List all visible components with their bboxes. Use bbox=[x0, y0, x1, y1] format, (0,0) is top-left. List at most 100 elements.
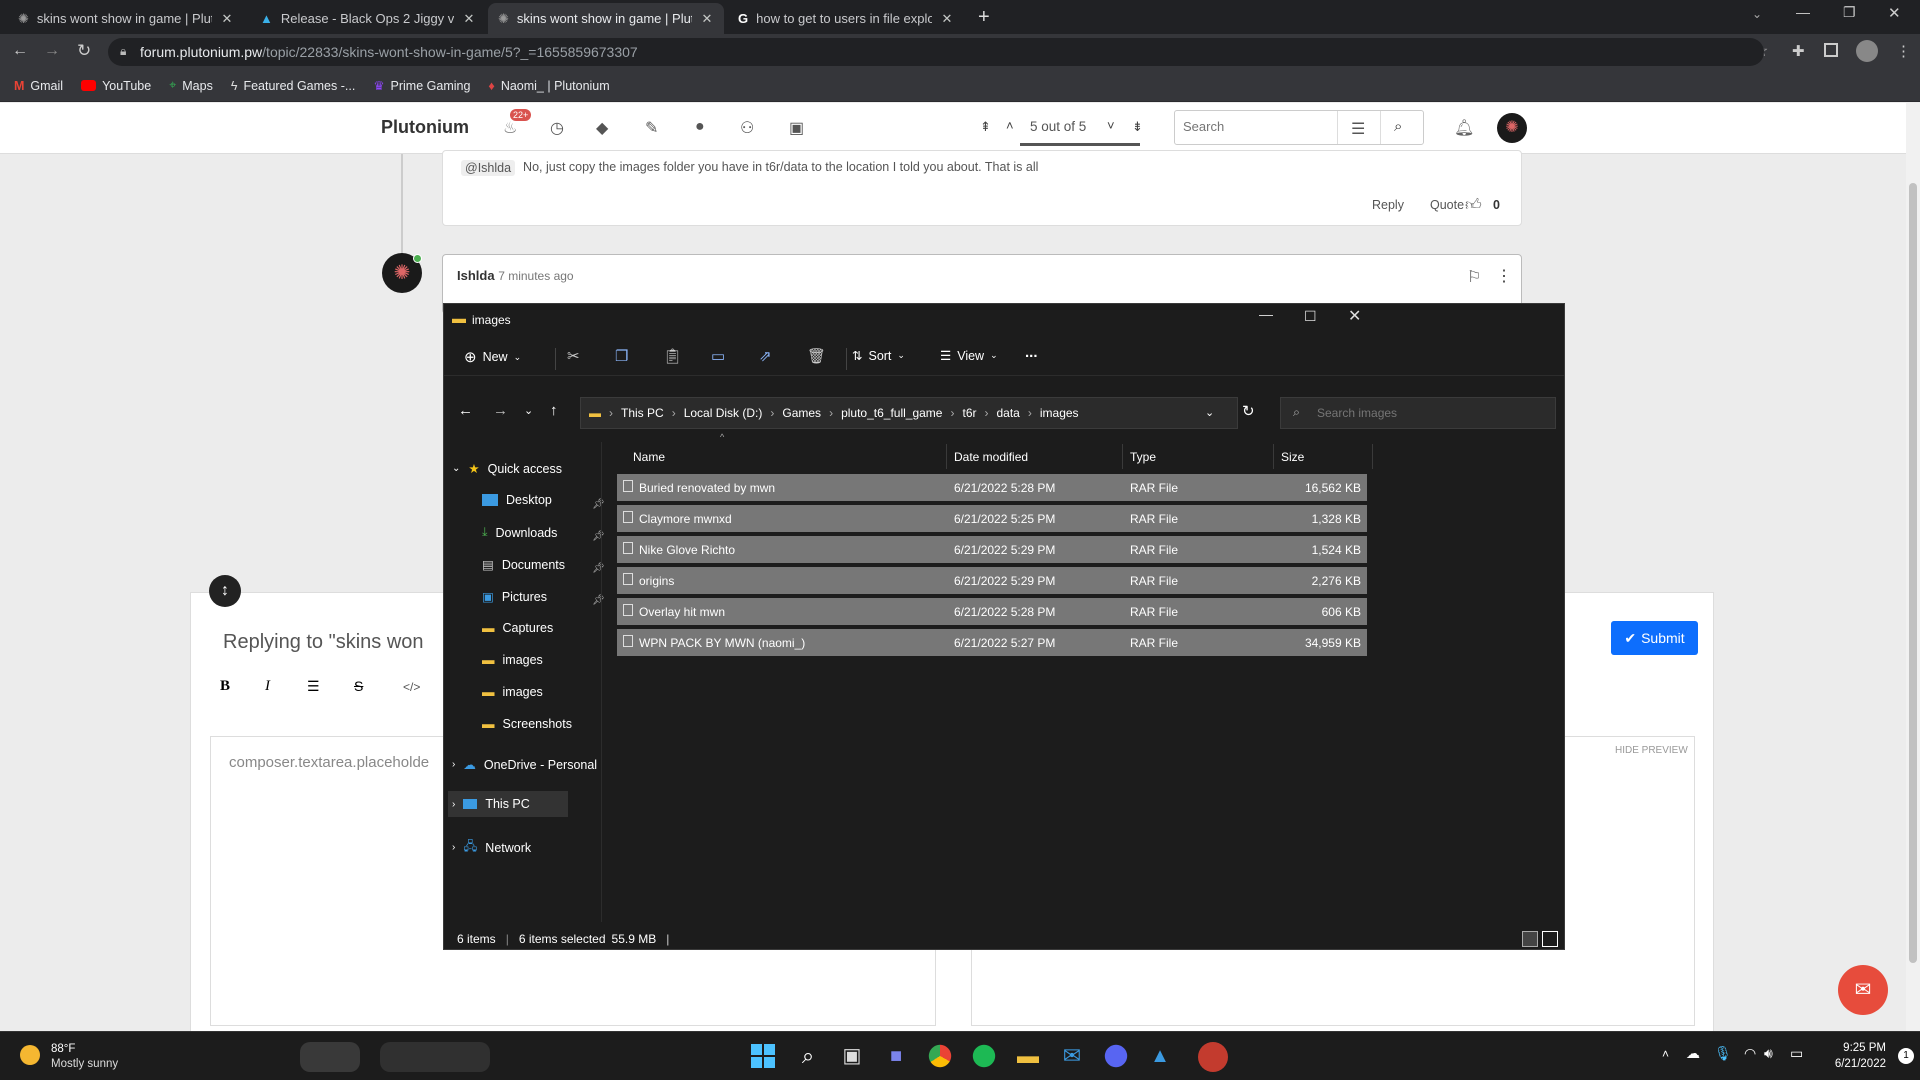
resize-handle-icon[interactable]: ↕ bbox=[209, 575, 241, 607]
column-type[interactable]: Type bbox=[1130, 450, 1156, 464]
close-tab-icon[interactable]: ✕ bbox=[700, 11, 714, 27]
forum-search-input[interactable] bbox=[1183, 119, 1333, 134]
mail-icon[interactable]: ✉ bbox=[1058, 1042, 1086, 1070]
sidebar-item-images-2[interactable]: ▬ images bbox=[482, 685, 543, 699]
bookmark-maps[interactable]: ⌖ Maps bbox=[169, 78, 213, 93]
recent-clock-icon[interactable]: ◷ bbox=[550, 118, 564, 138]
crumb-data[interactable]: data bbox=[997, 406, 1020, 420]
groups-icon[interactable]: ⚇ bbox=[740, 118, 754, 138]
page-scrollbar[interactable] bbox=[1906, 103, 1920, 1031]
strikethrough-button[interactable]: S bbox=[354, 678, 363, 694]
bookmark-featured-games[interactable]: ϟ Featured Games -... bbox=[231, 79, 355, 93]
italic-button[interactable]: I bbox=[265, 678, 270, 695]
browser-tab-4[interactable]: G how to get to users in file explor ✕ bbox=[728, 3, 964, 34]
chat-button[interactable]: ✉ bbox=[1838, 965, 1888, 1015]
details-view-icon[interactable] bbox=[1522, 931, 1538, 947]
pagination-first-icon[interactable]: ⇞ bbox=[980, 119, 991, 135]
task-view-icon[interactable]: ▣ bbox=[838, 1042, 866, 1070]
discord-icon[interactable] bbox=[1104, 1044, 1128, 1068]
tags-icon[interactable]: ◆ bbox=[596, 118, 608, 138]
sidebar-item-network[interactable]: › 🖧︎ Network bbox=[452, 837, 531, 858]
sidebar-item-screenshots[interactable]: ▬ Screenshots bbox=[482, 717, 572, 731]
share-icon[interactable]: ⇗ bbox=[759, 347, 772, 365]
submit-button[interactable]: ✔ Submit bbox=[1611, 621, 1698, 655]
quote-link[interactable]: Quote bbox=[1430, 198, 1464, 212]
close-tab-icon[interactable]: ✕ bbox=[462, 11, 476, 27]
menu-kebab-icon[interactable]: ⋮ bbox=[1896, 42, 1911, 60]
clock-time[interactable]: 9:25 PM bbox=[1832, 1042, 1886, 1054]
bookmark-prime-gaming[interactable]: ♛ Prime Gaming bbox=[373, 78, 470, 94]
close-window-icon[interactable]: ✕ bbox=[1888, 4, 1901, 22]
sort-button[interactable]: ⇅ Sort ⌄ bbox=[852, 348, 905, 364]
close-icon[interactable]: ✕ bbox=[1348, 306, 1361, 326]
spotify-icon[interactable] bbox=[972, 1044, 996, 1068]
forward-icon[interactable]: → bbox=[493, 402, 508, 419]
pagination-last-icon[interactable]: ⇟ bbox=[1132, 119, 1143, 135]
column-date-modified[interactable]: Date modified bbox=[954, 450, 1028, 464]
more-options-button[interactable]: ... bbox=[1025, 344, 1038, 361]
sidebar-item-images-1[interactable]: ▬ images bbox=[482, 653, 543, 667]
file-explorer-icon[interactable]: ▬ bbox=[1014, 1042, 1042, 1070]
file-row[interactable]: Nike Glove Richto 6/21/2022 5:29 PM RAR … bbox=[617, 536, 1367, 563]
sidebar-item-captures[interactable]: ▬ Captures bbox=[482, 621, 553, 635]
user-mention[interactable]: @Ishlda bbox=[461, 160, 516, 176]
post-options-icon[interactable]: ⋮ bbox=[1496, 266, 1512, 286]
file-row[interactable]: Overlay hit mwn 6/21/2022 5:28 PM RAR Fi… bbox=[617, 598, 1367, 625]
microphone-icon[interactable]: 🎙︎ bbox=[1714, 1045, 1732, 1062]
file-row[interactable]: origins 6/21/2022 5:29 PM RAR File 2,276… bbox=[617, 567, 1367, 594]
reload-icon[interactable]: ↻ bbox=[77, 41, 91, 61]
scrollbar-thumb[interactable] bbox=[1909, 183, 1917, 963]
bookmark-youtube[interactable]: YouTube bbox=[81, 79, 151, 93]
url-bar[interactable]: 🔒︎ forum.plutonium.pw/topic/22833/skins-… bbox=[108, 38, 1764, 66]
weather-desc[interactable]: Mostly sunny bbox=[51, 1058, 118, 1070]
tab-search-icon[interactable]: ⌄ bbox=[1752, 7, 1762, 21]
crumb-local-disk[interactable]: Local Disk (D:) bbox=[684, 406, 763, 420]
volume-icon[interactable]: 🔊︎ bbox=[1764, 1045, 1773, 1062]
close-tab-icon[interactable]: ✕ bbox=[220, 11, 234, 27]
bookmark-icon[interactable]: ⚐ bbox=[1467, 267, 1481, 287]
wifi-icon[interactable]: ◠ bbox=[1744, 1045, 1756, 1062]
pagination-prev-icon[interactable]: ˄ bbox=[1006, 118, 1014, 133]
chrome-icon[interactable] bbox=[928, 1044, 952, 1068]
photos-icon[interactable]: ▲ bbox=[1146, 1042, 1174, 1070]
teams-chat-icon[interactable]: ■ bbox=[882, 1042, 910, 1070]
pagination-next-icon[interactable]: ˅ bbox=[1107, 118, 1115, 133]
up-icon[interactable]: ↑ bbox=[550, 402, 558, 419]
clock-date[interactable]: 6/21/2022 bbox=[1820, 1058, 1886, 1070]
user-avatar[interactable]: ✺ bbox=[1497, 113, 1527, 143]
crumb-pluto[interactable]: pluto_t6_full_game bbox=[841, 406, 942, 420]
crumb-games[interactable]: Games bbox=[782, 406, 821, 420]
post-author[interactable]: Ishlda bbox=[457, 268, 495, 283]
search-icon[interactable]: ⌕ bbox=[794, 1042, 822, 1070]
tray-chevron-icon[interactable]: ˄ bbox=[1662, 1047, 1669, 1061]
windows-start-icon[interactable] bbox=[749, 1042, 777, 1070]
crumb-images[interactable]: images bbox=[1040, 406, 1079, 420]
notification-count[interactable]: 1 bbox=[1898, 1048, 1914, 1064]
profile-avatar[interactable] bbox=[1856, 40, 1878, 62]
cut-icon[interactable]: ✂ bbox=[567, 347, 580, 365]
hide-preview-link[interactable]: HIDE PREVIEW bbox=[1615, 745, 1688, 756]
new-button[interactable]: ⊕ New ⌄ bbox=[464, 348, 521, 366]
browser-tab-3[interactable]: ✺ skins wont show in game | Pluton ✕ bbox=[488, 3, 724, 34]
back-icon[interactable]: ← bbox=[12, 42, 28, 60]
sidebar-item-desktop[interactable]: Desktop bbox=[482, 493, 552, 507]
bookmark-naomi[interactable]: ♦ Naomi_ | Plutonium bbox=[488, 79, 609, 93]
crumb-t6r[interactable]: t6r bbox=[962, 406, 976, 420]
address-dropdown-icon[interactable]: ⌄ bbox=[1205, 406, 1214, 419]
bookmark-gmail[interactable]: M Gmail bbox=[14, 79, 63, 93]
file-row[interactable]: Claymore mwnxd 6/21/2022 5:25 PM RAR Fil… bbox=[617, 505, 1367, 532]
column-size[interactable]: Size bbox=[1281, 450, 1304, 464]
weather-temp[interactable]: 88°F bbox=[51, 1043, 75, 1055]
paste-icon[interactable]: 📋︎ bbox=[663, 347, 682, 365]
search-icon[interactable]: ⌕ bbox=[1394, 118, 1402, 135]
popular-icon[interactable]: ✎ bbox=[645, 118, 658, 138]
sidebar-item-downloads[interactable]: ⤓ Downloads bbox=[482, 525, 557, 540]
copy-icon[interactable]: ❐ bbox=[615, 347, 628, 365]
sidebar-item-documents[interactable]: ▤ Documents bbox=[482, 557, 565, 573]
file-row[interactable]: Buried renovated by mwn 6/21/2022 5:28 P… bbox=[617, 474, 1367, 501]
onedrive-tray-icon[interactable]: ☁ bbox=[1686, 1045, 1700, 1062]
back-icon[interactable]: ← bbox=[458, 402, 473, 419]
reply-link[interactable]: Reply bbox=[1372, 198, 1404, 212]
restore-icon[interactable]: ❐ bbox=[1843, 4, 1856, 21]
minimize-icon[interactable]: — bbox=[1259, 306, 1273, 322]
